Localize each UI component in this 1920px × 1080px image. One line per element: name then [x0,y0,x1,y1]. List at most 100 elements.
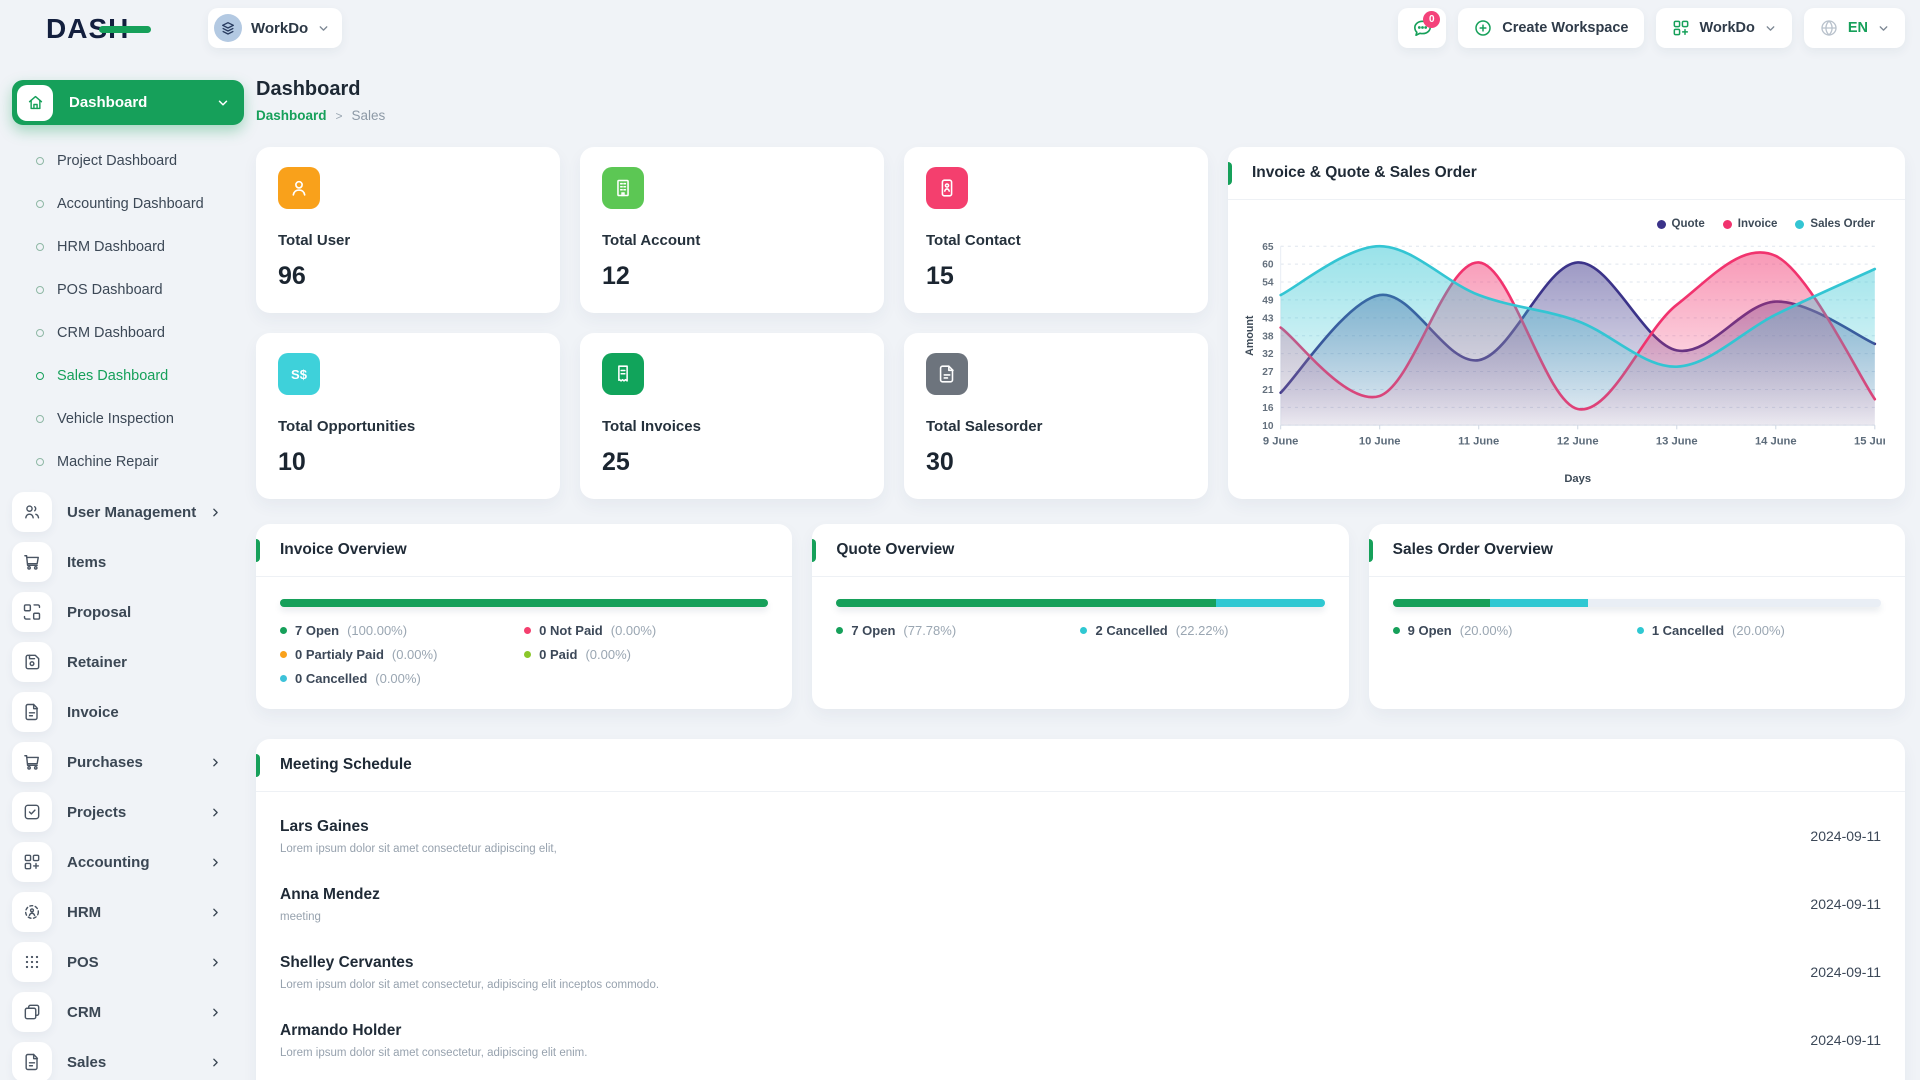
sidebar-item-project-dashboard[interactable]: Project Dashboard [12,139,244,182]
sidebar-item-pos[interactable]: POS [12,937,244,987]
sidebar-item-label: Project Dashboard [57,153,177,169]
sidebar-item-label: Vehicle Inspection [57,411,174,427]
svg-text:27: 27 [1262,367,1274,378]
progress-bar [280,599,768,607]
legend-item: 1 Cancelled(20.00%) [1637,623,1881,638]
svg-text:60: 60 [1262,260,1274,271]
sidebar-item-label: Sales Dashboard [57,368,168,384]
focus-user-icon [22,902,42,922]
breadcrumb-current: Sales [352,108,386,123]
invoice-overview-card: Invoice Overview 7 Open(100.00%) 0 Parti… [256,524,792,709]
meeting-date: 2024-09-11 [1810,1032,1881,1048]
building-icon-tile [602,167,644,209]
sidebar-item-proposal[interactable]: Proposal [12,587,244,637]
page-title: Dashboard [256,56,1905,101]
meeting-name: Lars Gaines [280,818,557,836]
legend-dot [1080,627,1087,634]
legend-label: Quote [1672,218,1705,230]
sidebar-item-label: HRM [67,904,209,921]
sidebar-item-crm-dashboard[interactable]: CRM Dashboard [12,311,244,354]
building-icon [612,177,634,199]
legend-item: 0 Cancelled(0.00%) [280,671,524,686]
sidebar-item-vehicle-inspection[interactable]: Vehicle Inspection [12,397,244,440]
bullet-icon [36,200,44,208]
bullet-icon [36,372,44,380]
legend-item: 7 Open(100.00%) [280,623,524,638]
legend-dot [1393,627,1400,634]
legend-item-invoice[interactable]: Invoice [1723,218,1778,230]
topbar: DASH WorkDo 0 Create Workspace WorkDo EN [0,0,1920,56]
sidebar-item-label: Sales [67,1054,209,1071]
sidebar-item-sales[interactable]: Sales [12,1037,244,1080]
sidebar-item-crm[interactable]: CRM [12,987,244,1037]
stat-value: 30 [926,448,1186,477]
app-logo[interactable]: DASH [46,13,129,45]
sidebar-item-invoice[interactable]: Invoice [12,687,244,737]
meeting-description: Lorem ipsum dolor sit amet consectetur, … [280,1047,587,1059]
sidebar-item-retainer[interactable]: Retainer [12,637,244,687]
svg-text:38: 38 [1262,331,1274,342]
floppy-icon [22,652,42,672]
checkbox-icon [22,802,42,822]
legend-label: Invoice [1738,218,1778,230]
chevron-down-icon [1764,22,1777,35]
globe-icon [1819,18,1839,38]
sidebar-item-hrm-dashboard[interactable]: HRM Dashboard [12,225,244,268]
sidebar-item-label: CRM Dashboard [57,325,165,341]
sidebar-item-items[interactable]: Items [12,537,244,587]
chart-body: Quote Invoice Sales Order 10162127323843… [1228,200,1905,490]
legend-dot [524,651,531,658]
sidebar-item-label: Machine Repair [57,454,159,470]
sidebar-item-accounting[interactable]: Accounting [12,837,244,887]
svg-text:21: 21 [1262,385,1274,396]
receipt-icon-tile [602,353,644,395]
sidebar-item-purchases[interactable]: Purchases [12,737,244,787]
meeting-row: Shelley CervantesLorem ipsum dolor sit a… [280,938,1881,1006]
create-workspace-button[interactable]: Create Workspace [1458,8,1643,48]
stat-card-total-user: Total User 96 [256,147,560,313]
stat-value: 25 [602,448,862,477]
language-selector[interactable]: EN [1804,8,1905,48]
sidebar-item-sales-dashboard[interactable]: Sales Dashboard [12,354,244,397]
grid-plus-icon [1671,18,1691,38]
grid-plus-icon [22,852,42,872]
svg-text:9 June: 9 June [1263,436,1298,448]
legend-dot [836,627,843,634]
workspace-switcher-button[interactable]: WorkDo [1656,8,1792,48]
chevron-down-icon [216,96,230,110]
file-icon [22,1052,42,1072]
legend-item: 0 Partialy Paid(0.00%) [280,647,524,662]
sidebar-item-label: CRM [67,1004,209,1021]
sidebar-item-hrm[interactable]: HRM [12,887,244,937]
contact-icon-tile [926,167,968,209]
workspace-pill[interactable]: WorkDo [208,8,342,48]
sidebar-item-label: User Management [67,504,209,521]
legend-item: 2 Cancelled(22.22%) [1080,623,1324,638]
sidebar-item-pos-dashboard[interactable]: POS Dashboard [12,268,244,311]
sidebar-item-projects[interactable]: Projects [12,787,244,837]
svg-text:49: 49 [1262,295,1274,306]
sidebar-item-user-management[interactable]: User Management [12,487,244,537]
svg-text:14 June: 14 June [1755,436,1797,448]
chevron-right-icon [209,906,222,919]
stat-value: 96 [278,262,538,291]
create-workspace-label: Create Workspace [1502,20,1628,36]
chevron-right-icon [209,1006,222,1019]
card-title: Invoice Overview [280,541,407,559]
sidebar-item-dashboard[interactable]: Dashboard [12,80,244,125]
card-title: Sales Order Overview [1393,541,1553,559]
breadcrumb-dashboard-link[interactable]: Dashboard [256,108,327,123]
bullet-icon [36,243,44,251]
legend-item-sales-order[interactable]: Sales Order [1795,218,1875,230]
legend-label: Sales Order [1810,218,1875,230]
stat-label: Total Invoices [602,418,862,435]
messages-button[interactable]: 0 [1398,8,1446,48]
sidebar-item-machine-repair[interactable]: Machine Repair [12,440,244,483]
home-icon-tile [17,85,53,121]
svg-text:10: 10 [1262,421,1274,432]
sidebar-item-accounting-dashboard[interactable]: Accounting Dashboard [12,182,244,225]
legend-item-quote[interactable]: Quote [1657,218,1705,230]
chevron-right-icon [209,506,222,519]
svg-text:Amount: Amount [1244,315,1256,356]
svg-text:13 June: 13 June [1656,436,1698,448]
